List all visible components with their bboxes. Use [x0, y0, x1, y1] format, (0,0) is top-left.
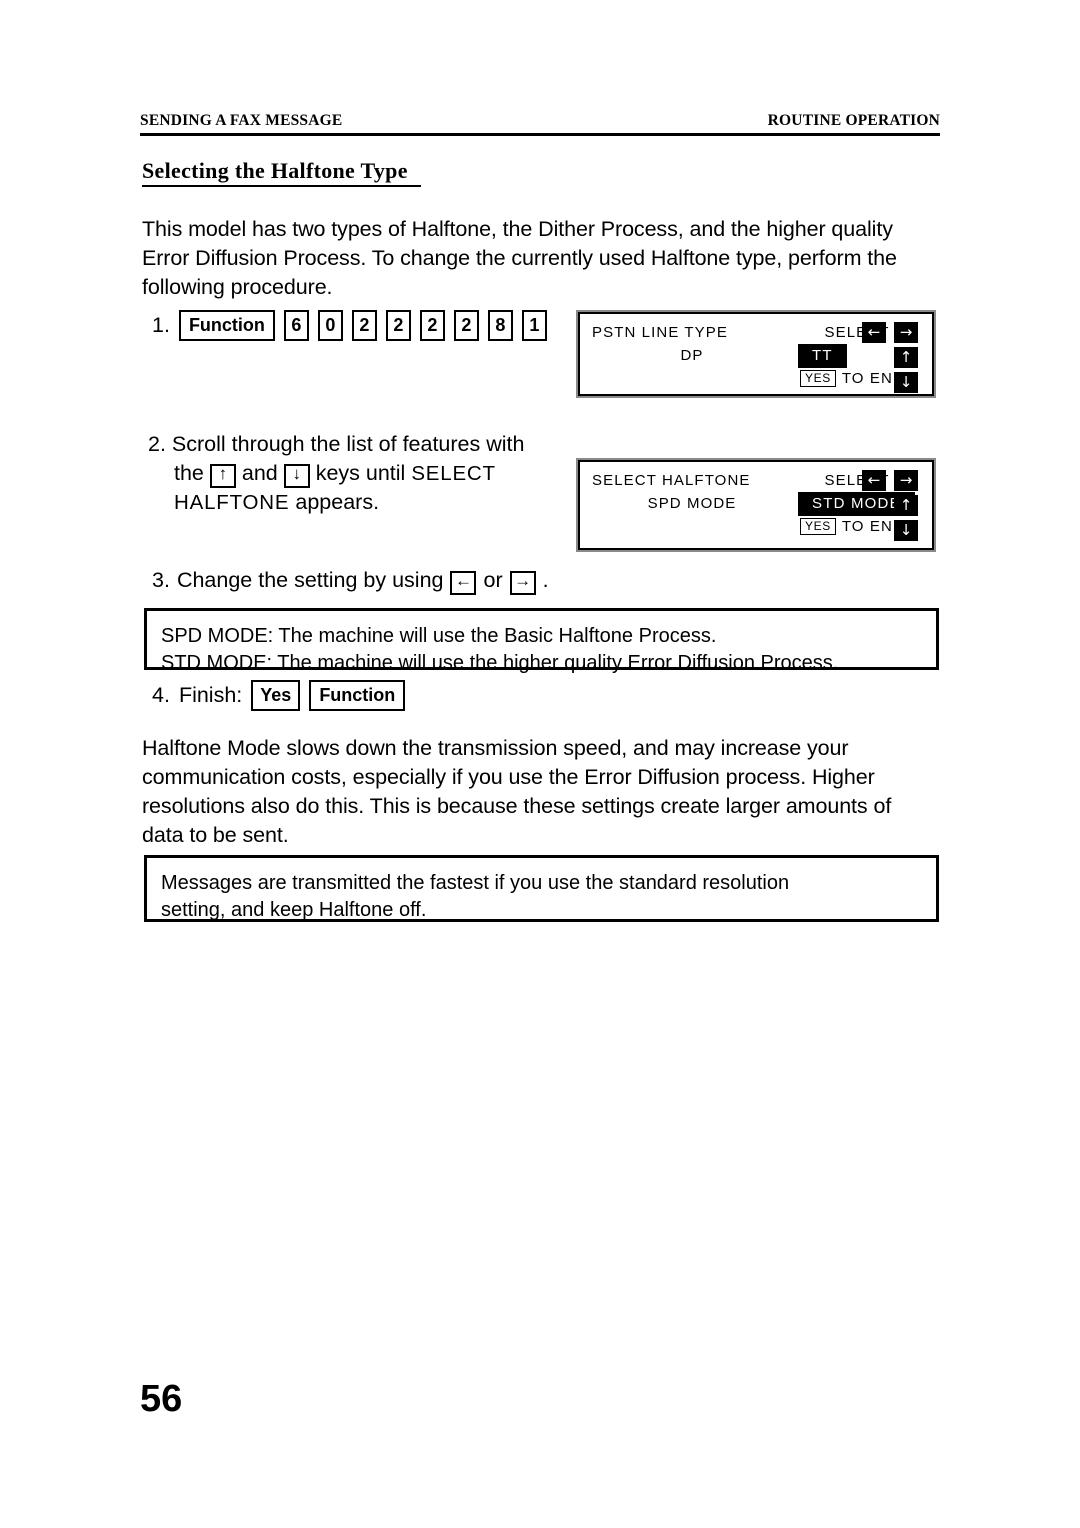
key-yes[interactable]: Yes [251, 680, 301, 711]
step-3-number: 3. [152, 568, 170, 592]
manual-page: SENDING A FAX MESSAGE ROUTINE OPERATION … [0, 0, 1080, 1528]
step-4: 4. Finish: Yes Function [152, 680, 406, 711]
callout-1-line-1: SPD MODE: The machine will use the Basic… [161, 625, 717, 647]
left-arrow-icon[interactable]: ← [862, 470, 886, 491]
lcd-panel-1-title: PSTN LINE TYPE [592, 324, 728, 341]
note-paragraph: Halftone Mode slows down the transmissio… [142, 736, 892, 847]
running-header-left: SENDING A FAX MESSAGE [140, 112, 343, 129]
running-header-right: ROUTINE OPERATION [767, 112, 940, 129]
key-2-a[interactable]: 2 [351, 310, 377, 341]
key-1[interactable]: 1 [521, 310, 547, 341]
down-arrow-glyph: ↓ [292, 464, 301, 484]
down-arrow-icon[interactable]: ↓ [894, 372, 918, 393]
lcd-panel-1-current-cell: DP [592, 347, 792, 364]
down-arrow-icon[interactable]: ↓ [894, 520, 918, 541]
up-arrow-glyph: ↑ [218, 464, 228, 484]
up-arrow-icon[interactable]: ↑ [894, 495, 918, 516]
lcd-panel-1-yes-key: YES [800, 370, 836, 387]
page-title: Selecting the Halftone Type [142, 158, 408, 183]
step-2: 2. Scroll through the list of features w… [148, 430, 548, 517]
step-3-text-c: . [542, 568, 549, 592]
key-0[interactable]: 0 [317, 310, 343, 341]
lcd-panel-1-highlighted-value: TT [798, 343, 847, 368]
right-arrow-icon[interactable]: → [894, 470, 918, 491]
step-3-text-a: Change the setting by using [176, 568, 444, 592]
left-arrow-glyph: ← [454, 570, 472, 590]
callout-2-line-1: Messages are transmitted the fastest if … [161, 872, 790, 894]
callout-mode-descriptions: SPD MODE: The machine will use the Basic… [144, 608, 939, 674]
lcd-panel-2-yes-key: YES [800, 518, 836, 535]
lcd-panel-1-title-cell: PSTN LINE TYPE [592, 324, 792, 341]
step-2-text-d: keys until [315, 461, 406, 485]
step-2-text-e: appears. [295, 490, 380, 514]
step-3-text-b: or [483, 568, 503, 592]
step-2-text-a: Scroll through the list of features with [171, 432, 525, 456]
key-function[interactable]: Function [178, 310, 275, 341]
key-2-c[interactable]: 2 [419, 310, 445, 341]
right-arrow-icon[interactable]: → [894, 322, 918, 343]
up-arrow-key-icon[interactable]: ↑ [209, 464, 236, 489]
key-function-finish[interactable]: Function [309, 680, 406, 711]
key-6[interactable]: 6 [283, 310, 309, 341]
step-2-text-c: and [241, 461, 278, 485]
page-title-underline [142, 185, 421, 187]
left-arrow-key-icon[interactable]: ← [450, 570, 477, 595]
step-2-lcd-ref-b: HALFTONE [174, 491, 290, 514]
lcd-panel-2-title-cell: SELECT HALFTONE [592, 472, 792, 489]
step-2-text-b: the [174, 461, 204, 485]
key-2-b[interactable]: 2 [385, 310, 411, 341]
up-arrow-icon[interactable]: ↑ [894, 347, 918, 368]
step-2-lcd-ref-a: SELECT [411, 462, 496, 485]
left-arrow-icon[interactable]: ← [862, 322, 886, 343]
callout-2-line-2: setting, and keep Halftone off. [161, 899, 427, 921]
lcd-panel-2-title: SELECT HALFTONE [592, 472, 751, 489]
lcd-panel-1-current-value: DP [680, 347, 704, 364]
callout-speed-tip: Messages are transmitted the fastest if … [144, 855, 939, 922]
intro-paragraph: This model has two types of Halftone, th… [142, 217, 897, 299]
lcd-panel-2-current-cell: SPD MODE [592, 495, 792, 512]
page-number: 56 [140, 1378, 183, 1420]
key-8[interactable]: 8 [487, 310, 513, 341]
step-3: 3. Change the setting by using ← or → . [152, 566, 549, 595]
header-rule [140, 133, 940, 136]
lcd-panel-select-halftone: SELECT HALFTONE SELECT SPD MODE STD MODE [578, 460, 934, 550]
running-header: SENDING A FAX MESSAGE ROUTINE OPERATION [140, 112, 940, 130]
step-4-label: Finish: [178, 683, 243, 707]
lcd-panel-1-arrow-keys: ← → ↑ ↓ [862, 322, 924, 396]
lcd-panel-pstn-line-type: PSTN LINE TYPE SELECT DP TT YES TO END ←… [578, 312, 934, 396]
right-arrow-key-icon[interactable]: → [509, 570, 536, 595]
right-arrow-glyph: → [514, 570, 532, 590]
key-2-d[interactable]: 2 [453, 310, 479, 341]
lcd-panel-2-current-value: SPD MODE [647, 495, 737, 512]
step-2-number: 2. [148, 432, 166, 456]
lcd-panel-2-arrow-keys: ← → ↑ ↓ [862, 470, 924, 544]
step-1-number: 1. [152, 313, 170, 337]
step-1: 1. Function 6 0 2 2 2 2 8 1 [152, 310, 547, 341]
callout-1-line-2: STD MODE: The machine will use the highe… [161, 652, 839, 674]
step-4-number: 4. [152, 683, 170, 707]
down-arrow-key-icon[interactable]: ↓ [283, 464, 310, 489]
